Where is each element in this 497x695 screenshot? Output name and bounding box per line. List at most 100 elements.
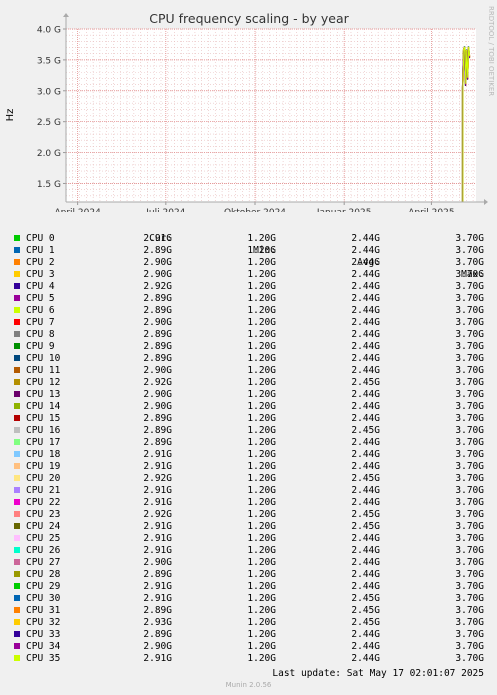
- legend-series-name: CPU 23: [26, 509, 61, 520]
- legend-max-value: 3.70G: [455, 509, 484, 520]
- legend-series-name: CPU 10: [26, 353, 61, 364]
- x-tick-labels: April 2024 Juli 2024 Oktober 2024 Januar 20…: [54, 208, 454, 212]
- legend-row: CPU 5 2.89G 1.20G 2.44G 3.70G: [0, 293, 497, 305]
- legend-max-value: 3.70G: [455, 425, 484, 436]
- legend-avg-value: 2.44G: [351, 653, 380, 664]
- legend-cur-value: 2.89G: [143, 245, 172, 256]
- legend-min-value: 1.20G: [247, 305, 276, 316]
- legend-min-value: 1.20G: [247, 449, 276, 460]
- legend-row: CPU 27 2.90G 1.20G 2.44G 3.70G: [0, 557, 497, 569]
- legend-avg-value: 2.44G: [351, 461, 380, 472]
- legend-series-name: CPU 6: [26, 305, 55, 316]
- legend-row: CPU 8 2.89G 1.20G 2.44G 3.70G: [0, 329, 497, 341]
- legend-swatch: [14, 463, 20, 469]
- last-update: Last update: Sat May 17 02:01:07 2025: [272, 668, 484, 679]
- legend-avg-value: 2.44G: [351, 245, 380, 256]
- legend-max-value: 3.70G: [455, 461, 484, 472]
- x-tick-label: Januar 2025: [316, 208, 372, 212]
- legend-cur-value: 2.89G: [143, 353, 172, 364]
- legend-min-value: 1.20G: [247, 281, 276, 292]
- legend-swatch: [14, 499, 20, 505]
- legend-max-value: 3.70G: [455, 233, 484, 244]
- legend-row: CPU 3 2.90G 1.20G 2.44G 3.70G: [0, 269, 497, 281]
- legend-avg-value: 2.45G: [351, 473, 380, 484]
- legend-row: CPU 31 2.89G 1.20G 2.45G 3.70G: [0, 605, 497, 617]
- legend-min-value: 1.20G: [247, 497, 276, 508]
- legend-series-name: CPU 25: [26, 533, 61, 544]
- legend-avg-value: 2.44G: [351, 329, 380, 340]
- x-axis-arrow: [484, 199, 488, 205]
- legend-min-value: 1.20G: [247, 557, 276, 568]
- legend-cur-value: 2.89G: [143, 305, 172, 316]
- legend-row: CPU 33 2.89G 1.20G 2.44G 3.70G: [0, 629, 497, 641]
- legend-min-value: 1.20G: [247, 233, 276, 244]
- legend-min-value: 1.20G: [247, 389, 276, 400]
- legend-cur-value: 2.90G: [143, 401, 172, 412]
- legend-min-value: 1.20G: [247, 329, 276, 340]
- legend-max-value: 3.70G: [455, 449, 484, 460]
- legend-cur-value: 2.90G: [143, 641, 172, 652]
- legend-series-name: CPU 4: [26, 281, 55, 292]
- legend-swatch: [14, 607, 20, 613]
- y-tick-label: 3.5 G: [37, 56, 61, 66]
- legend-avg-value: 2.44G: [351, 449, 380, 460]
- legend-row: CPU 16 2.89G 1.20G 2.45G 3.70G: [0, 425, 497, 437]
- legend-max-value: 3.70G: [455, 353, 484, 364]
- legend-row: CPU 7 2.90G 1.20G 2.44G 3.70G: [0, 317, 497, 329]
- legend-max-value: 3.70G: [455, 245, 484, 256]
- legend-swatch: [14, 427, 20, 433]
- legend-swatch: [14, 535, 20, 541]
- legend-swatch: [14, 523, 20, 529]
- legend-max-value: 3.70G: [455, 617, 484, 628]
- legend-max-value: 3.70G: [455, 605, 484, 616]
- legend-min-value: 1.20G: [247, 617, 276, 628]
- legend-max-value: 3.70G: [455, 413, 484, 424]
- legend-max-value: 3.70G: [455, 497, 484, 508]
- legend-series-name: CPU 8: [26, 329, 55, 340]
- legend-avg-value: 2.45G: [351, 425, 380, 436]
- legend-avg-value: 2.45G: [351, 521, 380, 532]
- y-tick-label: 1.5 G: [37, 180, 61, 190]
- legend-min-value: 1.20G: [247, 353, 276, 364]
- x-tick-label: Oktober 2024: [224, 208, 286, 212]
- legend-row: CPU 10 2.89G 1.20G 2.44G 3.70G: [0, 353, 497, 365]
- legend-swatch: [14, 619, 20, 625]
- legend-cur-value: 2.91G: [143, 545, 172, 556]
- legend-max-value: 3.70G: [455, 317, 484, 328]
- legend-swatch: [14, 235, 20, 241]
- legend-row: CPU 4 2.92G 1.20G 2.44G 3.70G: [0, 281, 497, 293]
- x-tick-label: April 2025: [408, 208, 454, 212]
- legend-cur-value: 2.90G: [143, 317, 172, 328]
- legend-avg-value: 2.44G: [351, 413, 380, 424]
- legend-swatch: [14, 307, 20, 313]
- legend-cur-value: 2.90G: [143, 365, 172, 376]
- legend-row: CPU 22 2.91G 1.20G 2.44G 3.70G: [0, 497, 497, 509]
- legend-cur-value: 2.92G: [143, 473, 172, 484]
- legend-avg-value: 2.44G: [351, 629, 380, 640]
- legend-cur-value: 2.89G: [143, 629, 172, 640]
- legend-swatch: [14, 439, 20, 445]
- legend-min-value: 1.20G: [247, 605, 276, 616]
- legend-swatch: [14, 559, 20, 565]
- legend-avg-value: 2.44G: [351, 533, 380, 544]
- legend-swatch: [14, 295, 20, 301]
- legend-swatch: [14, 331, 20, 337]
- legend-min-value: 1.20G: [247, 641, 276, 652]
- legend-min-value: 1.20G: [247, 401, 276, 412]
- legend-row: CPU 19 2.91G 1.20G 2.44G 3.70G: [0, 461, 497, 473]
- legend-avg-value: 2.44G: [351, 569, 380, 580]
- legend-min-value: 1.20G: [247, 569, 276, 580]
- legend-cur-value: 2.89G: [143, 413, 172, 424]
- legend-row: CPU 28 2.89G 1.20G 2.44G 3.70G: [0, 569, 497, 581]
- legend-swatch: [14, 631, 20, 637]
- legend-swatch: [14, 547, 20, 553]
- legend-row: CPU 32 2.93G 1.20G 2.45G 3.70G: [0, 617, 497, 629]
- legend-max-value: 3.70G: [455, 401, 484, 412]
- legend-row: CPU 0 2.91G 1.20G 2.44G 3.70G: [0, 233, 497, 245]
- legend-swatch: [14, 415, 20, 421]
- legend-max-value: 3.70G: [455, 377, 484, 388]
- legend-row: CPU 13 2.90G 1.20G 2.44G 3.70G: [0, 389, 497, 401]
- legend-min-value: 1.20G: [247, 473, 276, 484]
- legend-swatch: [14, 271, 20, 277]
- legend-cur-value: 2.90G: [143, 257, 172, 268]
